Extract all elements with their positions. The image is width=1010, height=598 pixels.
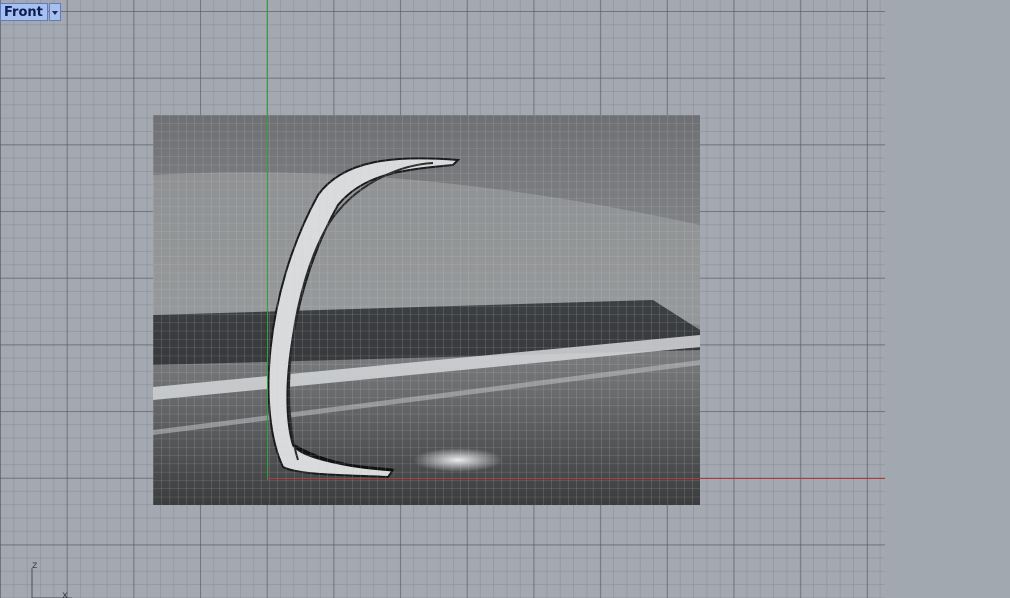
empty-side-panel	[885, 0, 1010, 598]
gizmo-z-label: z	[32, 560, 37, 571]
viewport-front[interactable]: Front z x	[0, 0, 885, 598]
viewport-label[interactable]: Front	[0, 3, 48, 21]
background-bitmap	[153, 115, 700, 505]
x-axis-line	[267, 478, 885, 479]
viewport-title-tab[interactable]: Front	[0, 3, 61, 21]
y-axis-line	[267, 0, 268, 480]
dropdown-arrow-icon[interactable]	[48, 3, 61, 21]
axis-gizmo: z x	[31, 560, 72, 598]
sculpture-image	[153, 115, 700, 505]
gizmo-x-label: x	[62, 590, 68, 598]
